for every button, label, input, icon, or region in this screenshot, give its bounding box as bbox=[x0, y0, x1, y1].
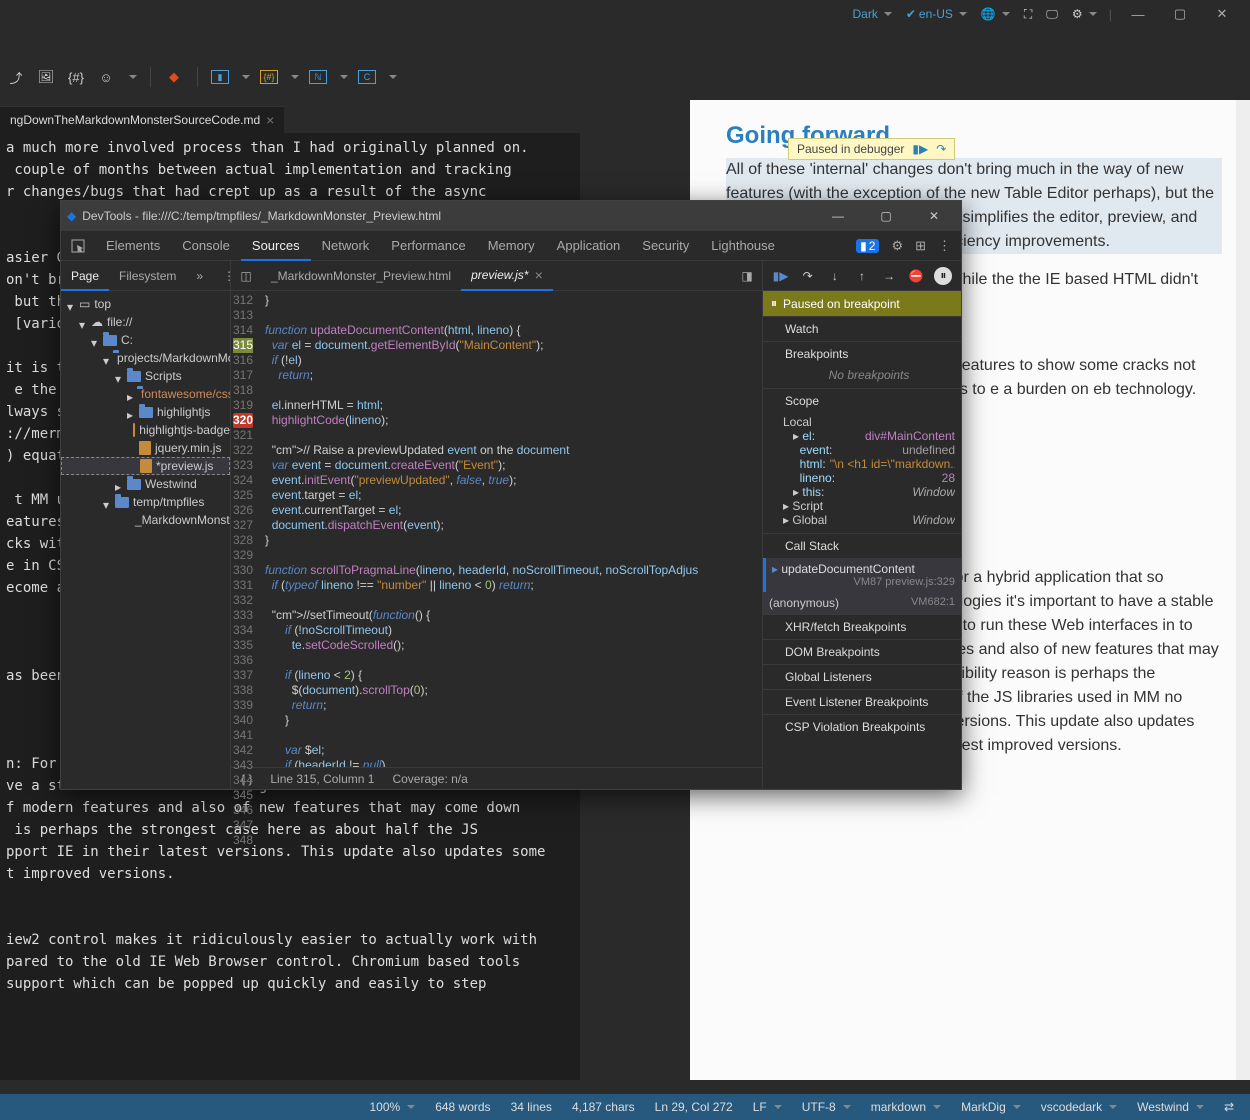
tab-sources[interactable]: Sources bbox=[241, 231, 311, 261]
step-into-button[interactable]: ↓ bbox=[826, 267, 844, 285]
csp-bp-section[interactable]: CSP Violation Breakpoints bbox=[763, 715, 961, 739]
git-icon[interactable]: ◆ bbox=[164, 67, 184, 87]
close-icon[interactable]: × bbox=[534, 267, 542, 283]
navigator-tab-page[interactable]: Page bbox=[61, 261, 109, 291]
mode-seg[interactable]: markdown bbox=[861, 1100, 951, 1114]
zoom-seg[interactable]: 100% bbox=[359, 1100, 425, 1114]
tree-preview-js[interactable]: *preview.js bbox=[61, 457, 230, 475]
cursor-seg: Ln 29, Col 272 bbox=[645, 1100, 743, 1114]
devtools-window: ◆ DevTools - file:///C:/temp/tmpfiles/_M… bbox=[60, 200, 962, 790]
callstack-section[interactable]: Call Stack bbox=[763, 534, 961, 558]
tab-application[interactable]: Application bbox=[546, 231, 632, 261]
file-tree[interactable]: ▾▭top ▾☁file:// ▾C: ▾projects/MarkdownMo… bbox=[61, 291, 230, 789]
watch-section[interactable]: Watch bbox=[763, 317, 961, 341]
tab-console[interactable]: Console bbox=[171, 231, 241, 261]
cursor-position: Line 315, Column 1 bbox=[270, 772, 374, 786]
le-seg[interactable]: LF bbox=[743, 1100, 792, 1114]
lang-dropdown[interactable]: ✔en-US bbox=[900, 5, 973, 23]
scope-section[interactable]: Scope bbox=[763, 389, 961, 413]
window-close[interactable]: ✕ bbox=[1202, 0, 1242, 28]
theme-dropdown[interactable]: Dark bbox=[846, 5, 897, 23]
breakpoints-section[interactable]: Breakpoints bbox=[763, 342, 961, 366]
step-out-button[interactable]: ↑ bbox=[853, 267, 871, 285]
navigator-toggle-icon[interactable]: ◫ bbox=[231, 269, 261, 283]
devtools-minimize[interactable]: — bbox=[817, 201, 859, 231]
filetab-preview-js[interactable]: preview.js*× bbox=[461, 261, 553, 291]
callstack-frame-1[interactable]: (anonymous)VM682:1 bbox=[763, 592, 961, 614]
t4-icon[interactable]: C bbox=[358, 70, 376, 84]
monitor-icon[interactable]: 🖵 bbox=[1040, 5, 1064, 24]
editor-tab[interactable]: ngDownTheMarkdownMonsterSourceCode.md × bbox=[0, 106, 284, 133]
enc-seg[interactable]: UTF-8 bbox=[792, 1100, 861, 1114]
event-bp-section[interactable]: Event Listener Breakpoints bbox=[763, 690, 961, 714]
step-over-button[interactable]: ↷ bbox=[799, 267, 817, 285]
previewtheme-seg[interactable]: Westwind bbox=[1127, 1100, 1214, 1114]
pause-banner: ⏸ Paused on breakpoint bbox=[763, 291, 961, 316]
t2-icon[interactable]: {#} bbox=[260, 70, 278, 84]
words-seg: 648 words bbox=[425, 1100, 500, 1114]
fullscreen-icon[interactable]: ⛶ bbox=[1018, 5, 1038, 24]
editor-tab-label: ngDownTheMarkdownMonsterSourceCode.md bbox=[10, 113, 260, 127]
image-icon[interactable]: 🖼 bbox=[36, 67, 56, 87]
tab-lighthouse[interactable]: Lighthouse bbox=[700, 231, 786, 261]
resume-icon[interactable]: ▮▶ bbox=[912, 142, 928, 156]
window-minimize[interactable]: — bbox=[1118, 0, 1158, 28]
sidebar-toggle-icon[interactable]: ◨ bbox=[732, 269, 762, 283]
devtools-close[interactable]: ✕ bbox=[913, 201, 955, 231]
chars-seg: 4,187 chars bbox=[562, 1100, 645, 1114]
step-button[interactable]: → bbox=[880, 267, 898, 285]
preview-scrollbar[interactable] bbox=[1236, 100, 1250, 1080]
lines-seg: 34 lines bbox=[501, 1100, 562, 1114]
globe-icon[interactable]: 🌐 bbox=[975, 5, 1016, 23]
close-icon[interactable]: × bbox=[266, 112, 274, 128]
t3-icon[interactable]: ℕ bbox=[309, 70, 327, 84]
devtools-icon: ◆ bbox=[67, 209, 76, 223]
pause-exceptions-button[interactable]: ⏸ bbox=[934, 267, 952, 285]
xhr-bp-section[interactable]: XHR/fetch Breakpoints bbox=[763, 615, 961, 639]
inspect-icon[interactable] bbox=[61, 238, 95, 254]
tab-security[interactable]: Security bbox=[631, 231, 700, 261]
t1-icon[interactable]: ▮ bbox=[211, 70, 229, 84]
editortheme-seg[interactable]: vscodedark bbox=[1031, 1100, 1127, 1114]
gear-icon[interactable]: ⚙ bbox=[1066, 5, 1103, 23]
navigator-tab-more[interactable]: » bbox=[186, 261, 213, 291]
dock-icon[interactable]: ⊞ bbox=[915, 238, 926, 254]
tab-memory[interactable]: Memory bbox=[477, 231, 546, 261]
tab-network[interactable]: Network bbox=[311, 231, 381, 261]
gear-icon[interactable]: ⚙ bbox=[891, 238, 903, 254]
emoji-icon[interactable]: ☺ bbox=[96, 67, 116, 87]
parser-seg[interactable]: MarkDig bbox=[951, 1100, 1031, 1114]
tab-performance[interactable]: Performance bbox=[380, 231, 476, 261]
devtools-maximize[interactable]: ▢ bbox=[865, 201, 907, 231]
callstack-frame-0[interactable]: ▸ updateDocumentContentVM87 preview.js:3… bbox=[763, 558, 961, 592]
statusbar: 100% 648 words 34 lines 4,187 chars Ln 2… bbox=[0, 1094, 1250, 1120]
messages-badge[interactable]: ▮2 bbox=[856, 239, 879, 253]
resume-button[interactable]: ▮▶ bbox=[772, 267, 790, 285]
share-icon[interactable]: ⤴ bbox=[6, 67, 26, 87]
listeners-section[interactable]: Global Listeners bbox=[763, 665, 961, 689]
more-icon[interactable]: ⋮ bbox=[938, 238, 951, 254]
tab-elements[interactable]: Elements bbox=[95, 231, 171, 261]
coverage: Coverage: n/a bbox=[392, 772, 467, 786]
window-maximize[interactable]: ▢ bbox=[1160, 0, 1200, 28]
deactivate-bp-button[interactable]: ⛔ bbox=[907, 267, 925, 285]
navigator-tab-filesystem[interactable]: Filesystem bbox=[109, 261, 186, 291]
devtools-title: DevTools - file:///C:/temp/tmpfiles/_Mar… bbox=[82, 209, 441, 223]
filetab-preview-html[interactable]: _MarkdownMonster_Preview.html bbox=[261, 261, 461, 291]
debugger-toolbar: ▮▶ ↷ ↓ ↑ → ⛔ ⏸ bbox=[763, 261, 961, 291]
source-code[interactable]: }function updateDocumentContent(html, li… bbox=[259, 291, 762, 767]
swap-icon[interactable]: ⇄ bbox=[1214, 1100, 1244, 1114]
paused-badge: Paused in debugger ▮▶ ↷ bbox=[788, 138, 955, 160]
dom-bp-section[interactable]: DOM Breakpoints bbox=[763, 640, 961, 664]
step-icon[interactable]: ↷ bbox=[936, 142, 946, 156]
braces-icon[interactable]: {#} bbox=[66, 67, 86, 87]
